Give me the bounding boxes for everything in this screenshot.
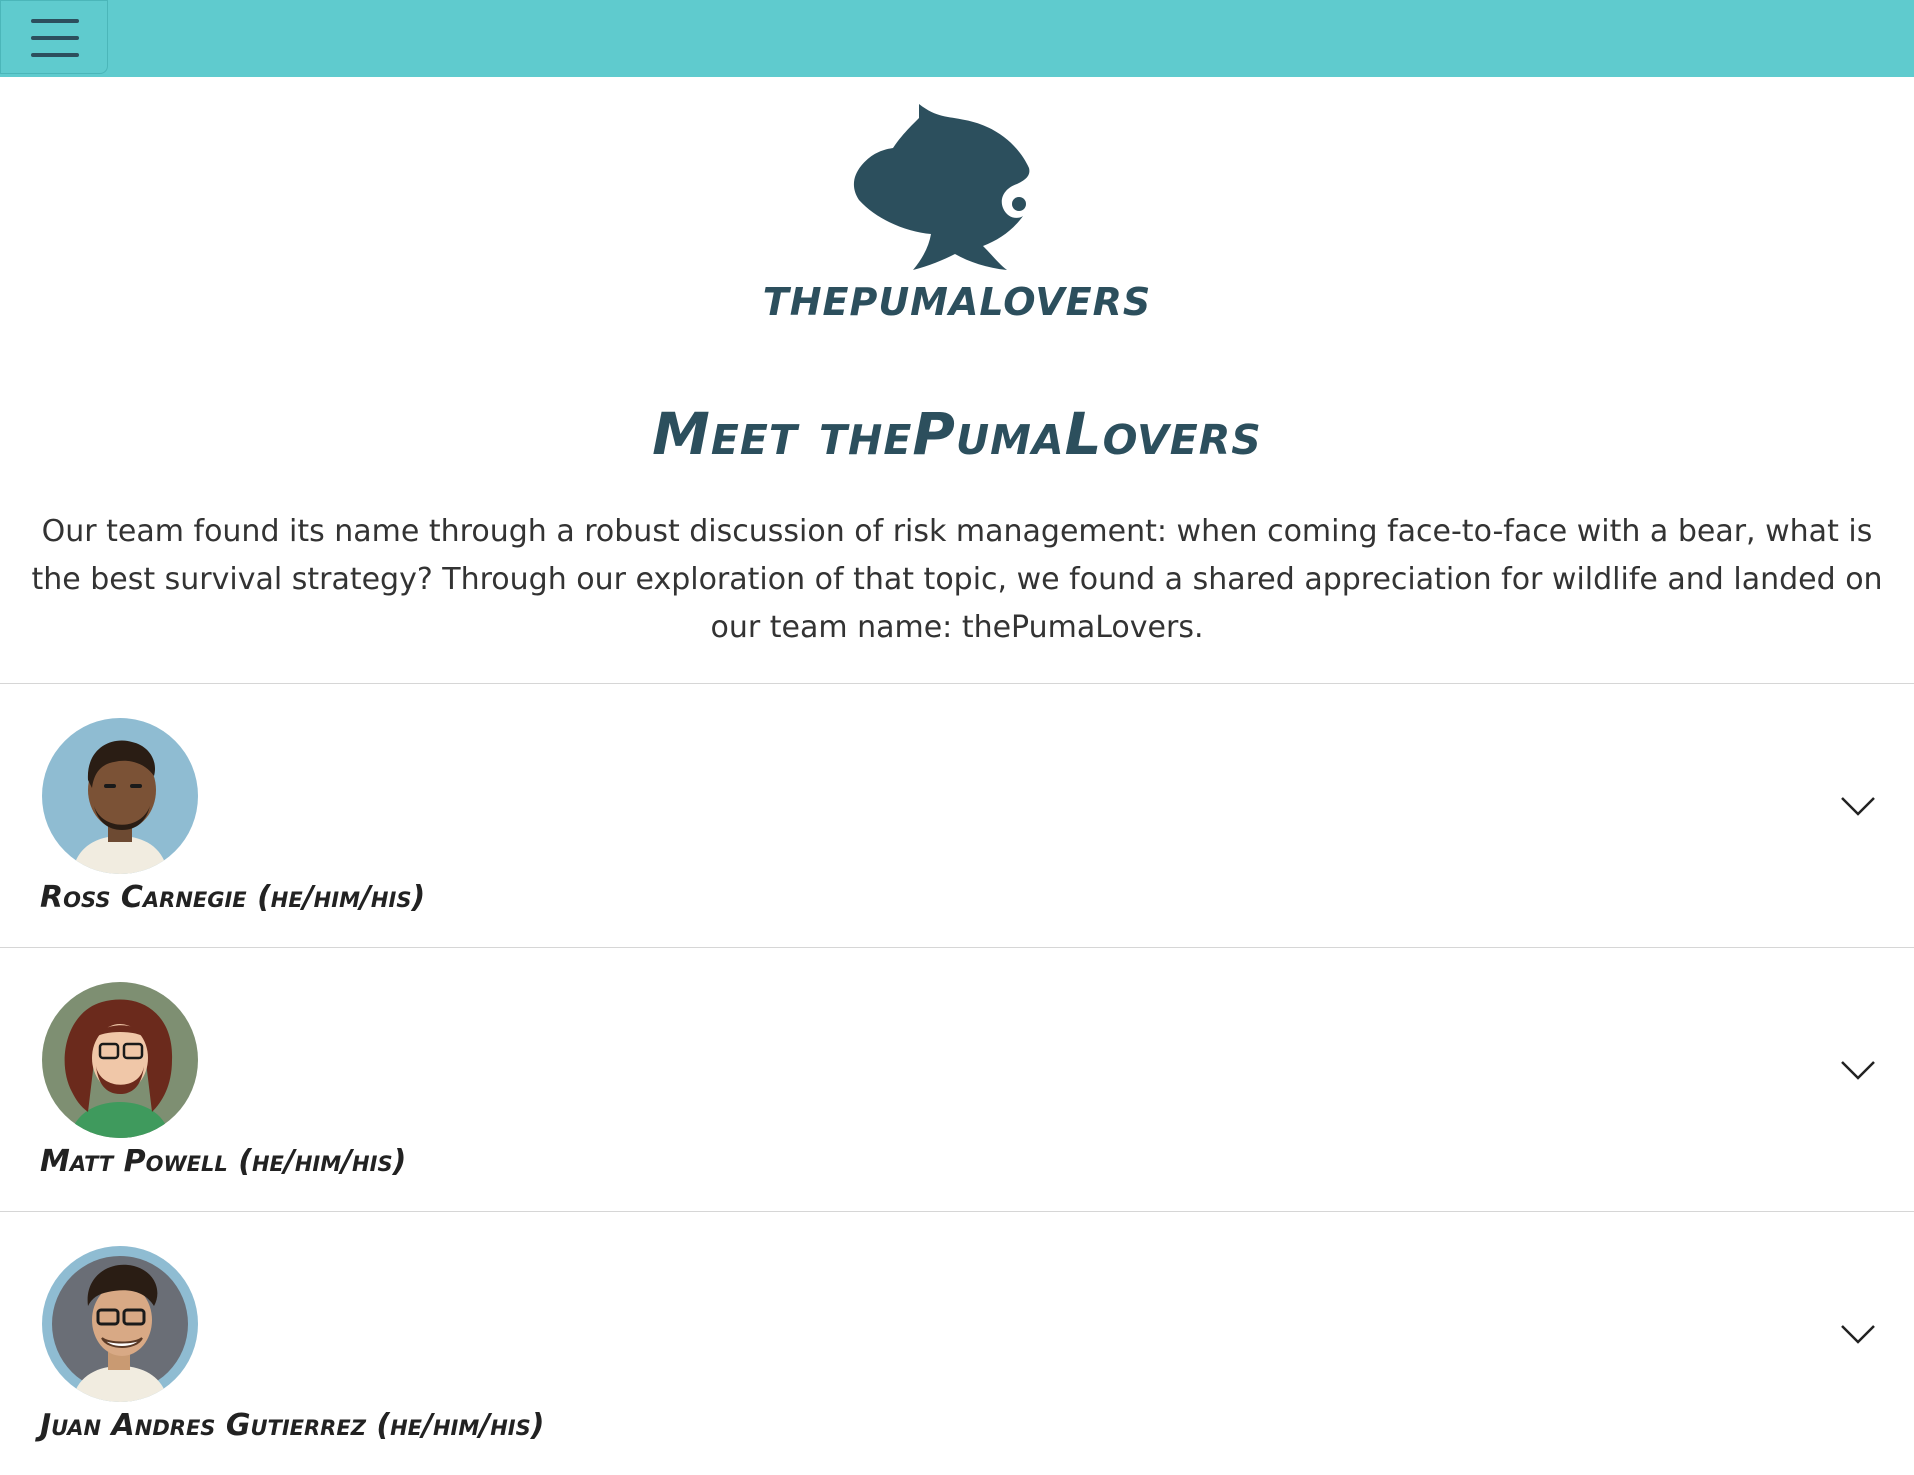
hamburger-menu-icon (31, 19, 79, 23)
hamburger-menu-icon-bar (31, 53, 79, 57)
avatar (42, 718, 198, 874)
avatar-illustration (42, 982, 198, 1138)
logo-wordmark: thePumaLovers (762, 280, 1152, 324)
puma-head-logo-icon (853, 104, 1031, 270)
team-member-item[interactable]: Juan Andres Gutierrez (he/him/his) (0, 1211, 1914, 1475)
member-name: Matt Powell (he/him/his) (40, 1144, 407, 1179)
avatar (42, 1246, 198, 1402)
top-navbar (0, 0, 1914, 77)
page-title: Meet thePumaLovers (652, 400, 1262, 468)
team-member-item[interactable]: Matt Powell (he/him/his) (0, 947, 1914, 1211)
team-accordion: Ross Carnegie (he/him/his) Matt Powell (… (0, 683, 1914, 1475)
chevron-down-icon[interactable] (1840, 1322, 1876, 1346)
member-name: Ross Carnegie (he/him/his) (40, 880, 426, 915)
avatar (42, 982, 198, 1138)
member-name: Juan Andres Gutierrez (he/him/his) (40, 1408, 545, 1443)
avatar-illustration (42, 1246, 198, 1402)
menu-button[interactable] (0, 0, 108, 74)
logo: thePumaLovers (0, 96, 1914, 324)
chevron-down-icon[interactable] (1840, 794, 1876, 818)
chevron-down-icon[interactable] (1840, 1058, 1876, 1082)
team-member-item[interactable]: Ross Carnegie (he/him/his) (0, 683, 1914, 947)
hamburger-menu-icon-bar (31, 36, 79, 40)
team-intro-text: Our team found its name through a robust… (31, 514, 1883, 645)
avatar-illustration (42, 718, 198, 874)
